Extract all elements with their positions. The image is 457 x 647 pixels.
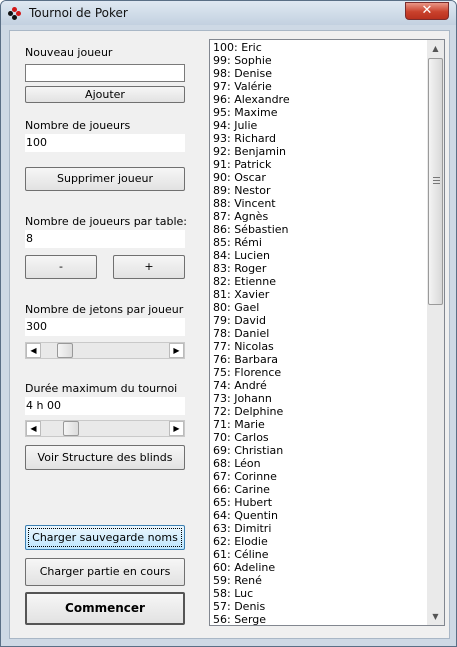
list-item[interactable]: 78: Daniel: [213, 327, 427, 340]
scroll-right-icon[interactable]: ▶: [169, 421, 184, 436]
list-item[interactable]: 97: Valérie: [213, 80, 427, 93]
minus-button[interactable]: -: [25, 255, 97, 279]
title-bar[interactable]: Tournoi de Poker ✕: [1, 1, 456, 25]
start-button[interactable]: Commencer: [25, 592, 185, 625]
chips-slider[interactable]: ◀ ▶: [25, 342, 185, 359]
list-item[interactable]: 70: Carlos: [213, 431, 427, 444]
list-item[interactable]: 71: Marie: [213, 418, 427, 431]
chips-field: 300: [25, 318, 185, 336]
duration-slider[interactable]: ◀ ▶: [25, 420, 185, 437]
list-item[interactable]: 98: Denise: [213, 67, 427, 80]
new-player-input[interactable]: [25, 64, 185, 82]
chips-slider-thumb[interactable]: [57, 343, 73, 358]
main-window: Tournoi de Poker ✕ Nouveau joueur Ajoute…: [0, 0, 457, 647]
list-item[interactable]: 80: Gael: [213, 301, 427, 314]
client-area: Nouveau joueur Ajouter Nombre de joueurs…: [9, 30, 450, 639]
list-item[interactable]: 77: Nicolas: [213, 340, 427, 353]
list-item[interactable]: 92: Benjamin: [213, 145, 427, 158]
list-item[interactable]: 83: Roger: [213, 262, 427, 275]
list-item[interactable]: 65: Hubert: [213, 496, 427, 509]
players-per-table-field: 8: [25, 230, 185, 248]
list-item[interactable]: 84: Lucien: [213, 249, 427, 262]
list-item[interactable]: 64: Quentin: [213, 509, 427, 522]
list-item[interactable]: 58: Luc: [213, 587, 427, 600]
list-item[interactable]: 85: Rémi: [213, 236, 427, 249]
list-item[interactable]: 79: David: [213, 314, 427, 327]
add-button[interactable]: Ajouter: [25, 86, 185, 103]
scroll-down-icon[interactable]: ▼: [427, 608, 444, 625]
list-item[interactable]: 91: Patrick: [213, 158, 427, 171]
duration-label: Durée maximum du tournoi: [25, 382, 178, 395]
list-item[interactable]: 89: Nestor: [213, 184, 427, 197]
list-item[interactable]: 66: Carine: [213, 483, 427, 496]
list-item[interactable]: 61: Céline: [213, 548, 427, 561]
players-per-table-label: Nombre de joueurs par table:: [25, 215, 188, 228]
list-item[interactable]: 88: Vincent: [213, 197, 427, 210]
list-item[interactable]: 67: Corinne: [213, 470, 427, 483]
player-count-field: 100: [25, 134, 185, 152]
list-item[interactable]: 82: Etienne: [213, 275, 427, 288]
window-title: Tournoi de Poker: [29, 6, 128, 20]
scroll-left-icon[interactable]: ◀: [26, 421, 41, 436]
list-item[interactable]: 69: Christian: [213, 444, 427, 457]
list-item[interactable]: 95: Maxime: [213, 106, 427, 119]
chips-label: Nombre de jetons par joueur: [25, 303, 184, 316]
list-item[interactable]: 73: Johann: [213, 392, 427, 405]
load-game-button[interactable]: Charger partie en cours: [25, 558, 185, 586]
list-item[interactable]: 94: Julie: [213, 119, 427, 132]
scroll-up-icon[interactable]: ▲: [427, 40, 444, 57]
duration-slider-thumb[interactable]: [63, 421, 79, 436]
load-names-button[interactable]: Charger sauvegarde noms: [25, 525, 185, 550]
list-item[interactable]: 100: Eric: [213, 41, 427, 54]
list-item[interactable]: 76: Barbara: [213, 353, 427, 366]
list-item[interactable]: 59: René: [213, 574, 427, 587]
duration-field: 4 h 00: [25, 397, 185, 415]
focus-ring: [28, 528, 182, 547]
list-item[interactable]: 60: Adeline: [213, 561, 427, 574]
poker-icon: [8, 7, 22, 21]
blinds-structure-button[interactable]: Voir Structure des blinds: [25, 445, 185, 470]
players-list-scrollbar[interactable]: ▲ ▼: [427, 40, 444, 625]
list-item[interactable]: 62: Elodie: [213, 535, 427, 548]
scroll-right-icon[interactable]: ▶: [169, 343, 184, 358]
close-icon: ✕: [421, 3, 433, 18]
players-list[interactable]: 100: Eric 99: Sophie 98: Denise 97: Valérie…: [209, 39, 445, 626]
close-button[interactable]: ✕: [405, 2, 449, 20]
list-item[interactable]: 99: Sophie: [213, 54, 427, 67]
players-list-items: 100: Eric 99: Sophie 98: Denise 97: Valérie…: [213, 41, 427, 625]
scroll-left-icon[interactable]: ◀: [26, 343, 41, 358]
list-item[interactable]: 56: Serge: [213, 613, 427, 625]
new-player-label: Nouveau joueur: [25, 46, 113, 59]
scrollbar-thumb[interactable]: [428, 58, 443, 305]
list-item[interactable]: 75: Florence: [213, 366, 427, 379]
list-item[interactable]: 68: Léon: [213, 457, 427, 470]
list-item[interactable]: 93: Richard: [213, 132, 427, 145]
list-item[interactable]: 90: Oscar: [213, 171, 427, 184]
list-item[interactable]: 81: Xavier: [213, 288, 427, 301]
list-item[interactable]: 96: Alexandre: [213, 93, 427, 106]
delete-player-button[interactable]: Supprimer joueur: [25, 167, 185, 191]
list-item[interactable]: 57: Denis: [213, 600, 427, 613]
list-item[interactable]: 86: Sébastien: [213, 223, 427, 236]
list-item[interactable]: 87: Agnès: [213, 210, 427, 223]
list-item[interactable]: 72: Delphine: [213, 405, 427, 418]
player-count-label: Nombre de joueurs: [25, 119, 131, 132]
list-item[interactable]: 74: André: [213, 379, 427, 392]
plus-button[interactable]: +: [113, 255, 185, 279]
list-item[interactable]: 63: Dimitri: [213, 522, 427, 535]
